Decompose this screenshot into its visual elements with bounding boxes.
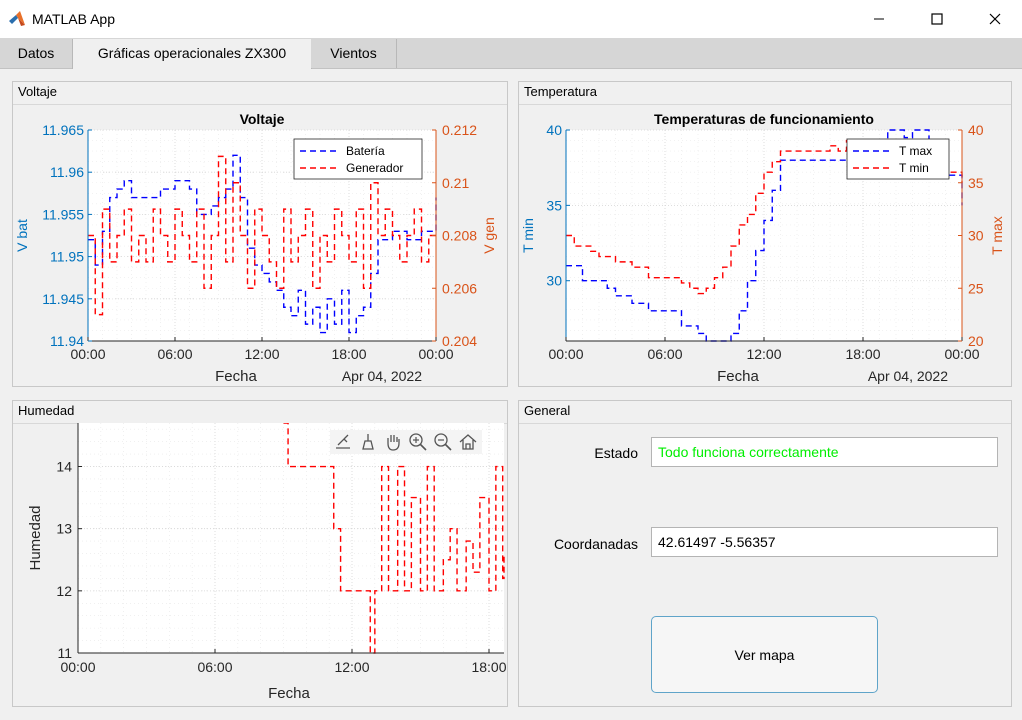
y-left-axis-label: T min	[520, 218, 536, 253]
close-icon	[989, 13, 1001, 25]
x-axis-label: Fecha	[268, 685, 310, 702]
y-tick-label: 11	[57, 645, 72, 661]
y-left-tick-label: 11.96	[50, 164, 84, 180]
humedad-chart[interactable]: 00:00 06:00 12:00 18:00 11 12 13 14 Fecha Humedad	[13, 423, 507, 706]
zoom-in-icon[interactable]	[407, 431, 429, 453]
title-bar: MATLAB App	[0, 0, 1022, 38]
y-left-tick-label: 35	[546, 197, 562, 213]
chart-title: Voltaje	[240, 111, 285, 127]
y-left-tick-label: 11.965	[42, 122, 84, 138]
ver-mapa-button[interactable]: Ver mapa	[651, 616, 878, 693]
y-left-tick-label: 11.94	[50, 333, 84, 349]
estado-label: Estado	[594, 445, 638, 461]
y-axis-label: Humedad	[27, 505, 44, 570]
tab-datos[interactable]: Datos	[0, 39, 73, 68]
y-left-tick-label: 40	[546, 122, 562, 138]
panel-title-voltaje: Voltaje	[18, 84, 58, 99]
minimize-icon	[874, 18, 884, 20]
y-left-tick-label: 11.95	[50, 249, 84, 265]
panel-title-humedad: Humedad	[18, 403, 75, 418]
voltaje-chart[interactable]: 00:00 06:00 12:00 18:00 00:0011.9411.94511.9…	[13, 104, 507, 386]
date-label: Apr 04, 2022	[868, 368, 948, 384]
y-tick-label: 12	[56, 583, 72, 599]
legend-label: Batería	[346, 144, 385, 158]
y-right-tick-label: 0.21	[442, 175, 469, 191]
chart-title: Temperaturas de funcionamiento	[654, 111, 874, 127]
y-right-tick-label: 35	[968, 175, 984, 191]
y-right-axis-label: V gen	[481, 217, 497, 254]
x-axis-label: Fecha	[717, 368, 759, 385]
date-label: Apr 04, 2022	[342, 368, 422, 384]
home-icon[interactable]	[457, 431, 479, 453]
y-right-axis-label: T max	[989, 216, 1005, 255]
matlab-logo-icon	[9, 11, 25, 26]
tab-vientos[interactable]: Vientos	[311, 39, 397, 68]
x-axis-label: Fecha	[215, 368, 257, 385]
x-tick-label: 12:00	[746, 346, 781, 362]
estado-field[interactable]: Todo funciona correctamente	[651, 437, 998, 467]
temperatura-chart[interactable]: 00:00 06:00 12:00 18:00 00:00303540202530354…	[519, 104, 1011, 386]
panel-title-general: General	[524, 403, 571, 418]
axes-toolbar	[330, 430, 482, 454]
y-right-tick-label: 25	[968, 280, 984, 296]
y-left-tick-label: 11.945	[42, 291, 84, 307]
plot-area	[78, 423, 504, 653]
legend-label: Generador	[346, 161, 403, 175]
y-tick-label: 14	[56, 459, 72, 475]
y-left-axis-label: V bat	[14, 219, 30, 252]
maximize-icon	[931, 13, 943, 25]
x-tick-label: 18:00	[331, 346, 366, 362]
legend-label: T min	[899, 161, 929, 175]
x-tick-label: 00:00	[60, 659, 95, 675]
x-tick-label: 12:00	[334, 659, 369, 675]
x-tick-label: 06:00	[647, 346, 682, 362]
y-right-tick-label: 0.208	[442, 228, 477, 244]
y-right-tick-label: 0.206	[442, 280, 477, 296]
x-tick-label: 06:00	[197, 659, 232, 675]
x-tick-label: 00:00	[548, 346, 583, 362]
y-right-tick-label: 0.212	[442, 122, 477, 138]
panel-divider	[519, 423, 1011, 424]
y-tick-label: 13	[56, 521, 72, 537]
export-icon[interactable]	[332, 431, 354, 453]
y-right-tick-label: 20	[968, 333, 984, 349]
x-tick-label: 12:00	[244, 346, 279, 362]
minimize-button[interactable]	[850, 0, 908, 38]
coordenadas-field[interactable]: 42.61497 -5.56357	[651, 527, 998, 557]
legend-box	[846, 138, 950, 180]
x-tick-label: 18:00	[471, 659, 506, 675]
y-right-tick-label: 0.204	[442, 333, 477, 349]
tab-bar: Datos Gráficas operacionales ZX300 Vient…	[0, 38, 1022, 69]
zoom-out-icon[interactable]	[432, 431, 454, 453]
close-button[interactable]	[966, 0, 1022, 38]
y-right-tick-label: 30	[968, 228, 984, 244]
x-tick-label: 06:00	[157, 346, 192, 362]
legend-label: T max	[899, 144, 932, 158]
y-left-tick-label: 30	[546, 273, 562, 289]
y-left-tick-label: 11.955	[42, 206, 84, 222]
maximize-button[interactable]	[908, 0, 966, 38]
x-tick-label: 18:00	[845, 346, 880, 362]
coordenadas-label: Coordanadas	[553, 536, 638, 552]
tab-graficas-operacionales[interactable]: Gráficas operacionales ZX300	[72, 39, 312, 69]
brush-icon[interactable]	[357, 431, 379, 453]
panel-title-temperatura: Temperatura	[524, 84, 597, 99]
window-title: MATLAB App	[32, 11, 116, 27]
y-right-tick-label: 40	[968, 122, 984, 138]
pan-hand-icon[interactable]	[382, 431, 404, 453]
